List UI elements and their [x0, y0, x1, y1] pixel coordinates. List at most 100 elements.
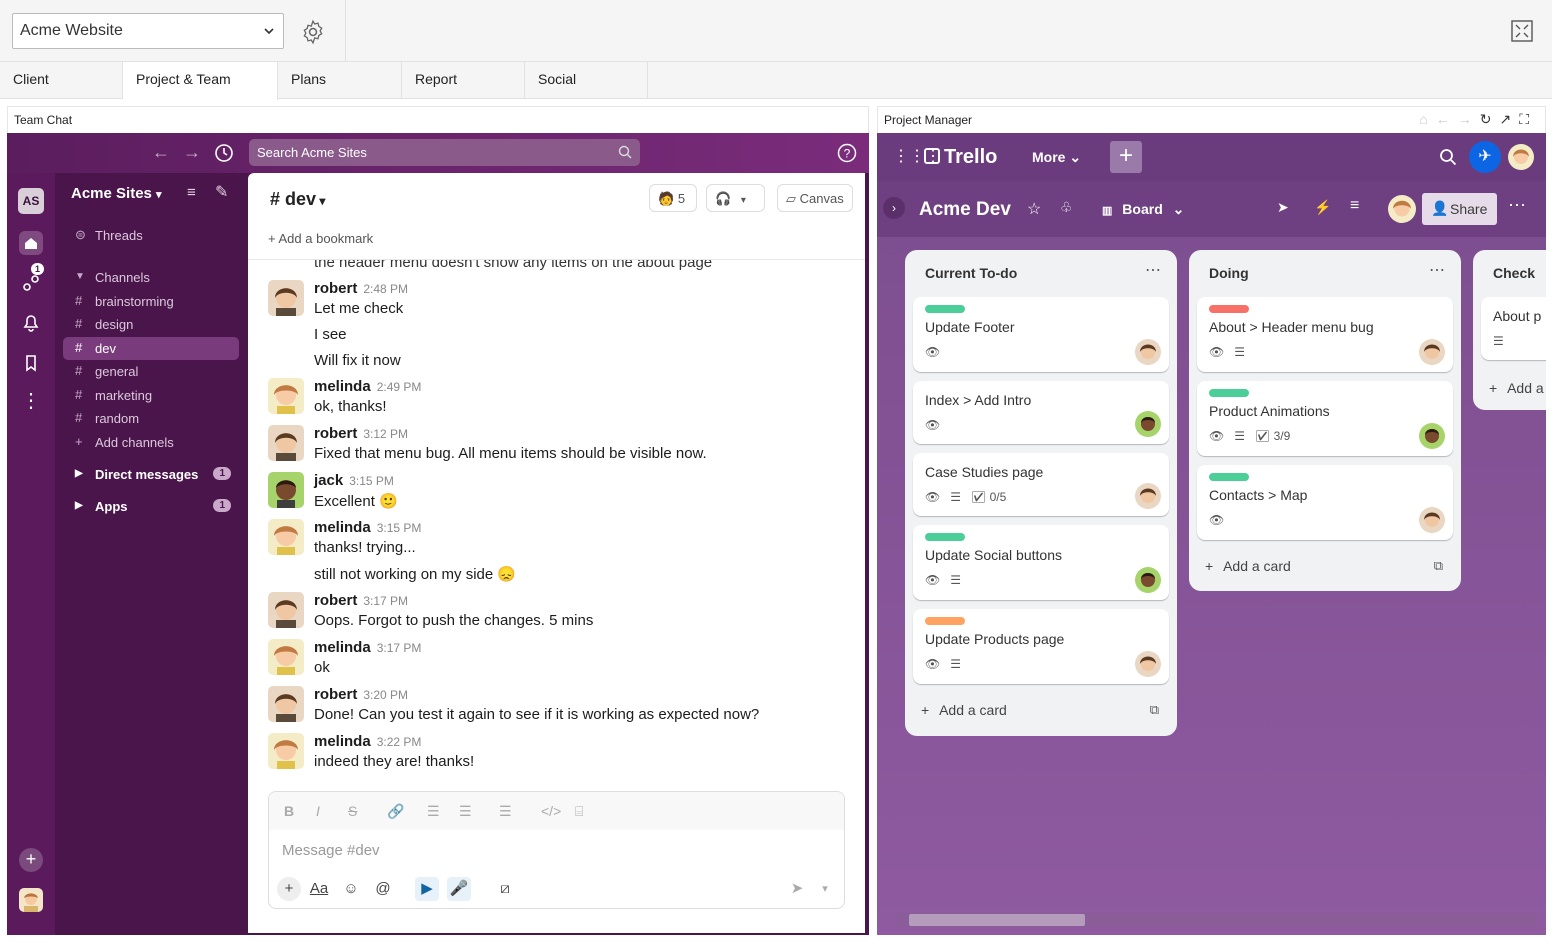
compose-icon[interactable]: ✎ — [215, 182, 228, 202]
send-options-icon[interactable]: ▾ — [813, 877, 837, 901]
tab-client[interactable]: Client — [0, 62, 123, 99]
emoji-icon[interactable]: ☺ — [339, 877, 363, 901]
message-time[interactable]: 3:15 PM — [349, 474, 394, 488]
user-avatar[interactable] — [19, 888, 43, 912]
back-icon[interactable]: ← — [1436, 111, 1458, 127]
message-author[interactable]: melinda — [314, 378, 371, 395]
help-icon[interactable]: ? — [837, 143, 857, 163]
external-link-icon[interactable]: ↗ — [1499, 111, 1519, 127]
formatting-toggle[interactable]: Aa — [307, 877, 331, 901]
bulleted-list-icon[interactable]: ☰ — [459, 803, 472, 820]
message-author[interactable]: melinda — [314, 639, 371, 656]
home-icon[interactable]: ⌂ — [1419, 111, 1435, 127]
card[interactable]: Update Products page 👁 ☰ — [913, 609, 1169, 684]
huddle-button[interactable]: 🎧 ▾ — [706, 184, 765, 212]
sidebar-item-design[interactable]: # design — [63, 313, 239, 336]
apps-toggle[interactable]: ▶ Apps 1 — [63, 495, 239, 518]
add-workspace-icon[interactable]: + — [19, 848, 43, 872]
message-author[interactable]: jack — [314, 472, 343, 489]
message-time[interactable]: 3:17 PM — [363, 594, 408, 608]
card[interactable]: Update Social buttons 👁 ☰ — [913, 525, 1169, 600]
attach-plus-icon[interactable]: + — [277, 877, 301, 901]
scrollbar-thumb[interactable] — [909, 914, 1085, 926]
add-card-button[interactable]: + Add a card — [921, 702, 1007, 718]
share-button[interactable]: 👤 Share — [1422, 193, 1497, 225]
sidebar-item-dev[interactable]: # dev — [63, 337, 239, 360]
rocket-icon[interactable]: ✈ — [1469, 141, 1501, 173]
bold-icon[interactable]: B — [284, 803, 294, 819]
list-title[interactable]: Doing — [1209, 265, 1249, 281]
fit-screen-icon[interactable] — [1510, 19, 1534, 43]
back-arrow-icon[interactable]: ← — [152, 142, 170, 163]
board-title[interactable]: Acme Dev — [919, 199, 1011, 221]
more-menu[interactable]: More ⌄ — [1032, 149, 1081, 166]
user-avatar[interactable] — [1508, 144, 1534, 170]
add-channels-button[interactable]: + Add channels — [63, 431, 239, 454]
message-time[interactable]: 2:49 PM — [377, 380, 422, 394]
sidebar-item-general[interactable]: # general — [63, 360, 239, 383]
card[interactable]: Case Studies page 👁 ☰ ☑ 0/5 — [913, 453, 1169, 516]
card[interactable]: About p ☰ — [1481, 297, 1546, 360]
card[interactable]: About > Header menu bug 👁 ☰ — [1197, 297, 1453, 372]
card-template-icon[interactable]: ⧉ — [1150, 702, 1159, 718]
channel-title[interactable]: # dev ▾ — [270, 189, 325, 210]
italic-icon[interactable]: I — [316, 803, 320, 819]
blockquote-icon[interactable]: ☰ — [499, 803, 512, 820]
list-title[interactable]: Current To-do — [925, 265, 1017, 281]
add-card-button[interactable]: + Add a card — [1205, 558, 1291, 574]
channels-section-toggle[interactable]: ▼ Channels — [63, 266, 239, 289]
card[interactable]: Contacts > Map 👁 — [1197, 465, 1453, 540]
member-avatar[interactable] — [1388, 195, 1416, 223]
ordered-list-icon[interactable]: ☰ — [427, 803, 440, 820]
message-time[interactable]: 3:15 PM — [377, 521, 422, 535]
card[interactable]: Update Footer 👁 — [913, 297, 1169, 372]
card-template-icon[interactable]: ⧉ — [1434, 558, 1443, 574]
search-icon[interactable] — [1439, 148, 1457, 166]
board-view-switcher[interactable]: ▥ Board ⌄ — [1102, 201, 1184, 218]
message-time[interactable]: 2:48 PM — [363, 282, 408, 296]
forward-arrow-icon[interactable]: → — [183, 142, 201, 163]
message-author[interactable]: robert — [314, 425, 357, 442]
message-input[interactable]: Message #dev — [282, 842, 380, 859]
message-author[interactable]: melinda — [314, 733, 371, 750]
message-author[interactable]: robert — [314, 280, 357, 297]
filter-icon[interactable]: ≡ — [1350, 197, 1359, 215]
link-icon[interactable]: 🔗 — [387, 803, 404, 820]
workspace-name[interactable]: Acme Sites ▾ — [71, 185, 162, 202]
list-menu-icon[interactable]: ⋯ — [1145, 260, 1161, 280]
tab-report[interactable]: Report — [402, 62, 525, 99]
slash-command-icon[interactable]: ⧄ — [493, 877, 517, 901]
mention-icon[interactable]: @ — [371, 877, 395, 901]
list-menu-icon[interactable]: ⋯ — [1429, 260, 1445, 280]
message-author[interactable]: robert — [314, 592, 357, 609]
direct-messages-toggle[interactable]: ▶ Direct messages 1 — [63, 463, 239, 486]
sidebar-item-threads[interactable]: ⊜ Threads — [63, 224, 239, 247]
message-author[interactable]: melinda — [314, 519, 371, 536]
activity-icon[interactable]: 1 — [19, 263, 45, 295]
site-select[interactable]: Acme Website — [12, 13, 284, 49]
message-time[interactable]: 3:17 PM — [377, 641, 422, 655]
horizontal-scrollbar[interactable] — [897, 913, 1537, 927]
history-icon[interactable] — [214, 143, 234, 163]
workspace-avatar[interactable]: AS — [18, 188, 44, 214]
more-options-icon[interactable]: ⋯ — [1508, 195, 1526, 216]
fullscreen-icon[interactable]: ⛶ — [1519, 111, 1537, 127]
sidebar-item-random[interactable]: # random — [63, 407, 239, 430]
tab-social[interactable]: Social — [525, 62, 648, 99]
message-time[interactable]: 3:12 PM — [363, 427, 408, 441]
create-button[interactable]: + — [1110, 141, 1142, 173]
code-block-icon[interactable]: ⌸ — [575, 803, 583, 820]
list-title[interactable]: Check — [1493, 265, 1535, 281]
expand-sidebar-icon[interactable]: › — [883, 197, 905, 219]
bell-icon[interactable] — [19, 311, 43, 335]
filter-icon[interactable]: ≡ — [187, 184, 196, 201]
star-icon[interactable]: ☆ — [1027, 199, 1041, 219]
panel-nav-icons[interactable]: ⌂←→↻↗⛶ — [1419, 111, 1537, 128]
search-input[interactable]: Search Acme Sites — [249, 139, 640, 166]
send-icon[interactable]: ➤ — [785, 877, 809, 901]
members-button[interactable]: 🧑 5 — [649, 184, 697, 212]
gear-icon[interactable] — [300, 19, 326, 45]
forward-icon[interactable]: → — [1458, 111, 1480, 127]
message-author[interactable]: robert — [314, 686, 357, 703]
card[interactable]: Product Animations 👁 ☰ ☑ 3/9 — [1197, 381, 1453, 456]
